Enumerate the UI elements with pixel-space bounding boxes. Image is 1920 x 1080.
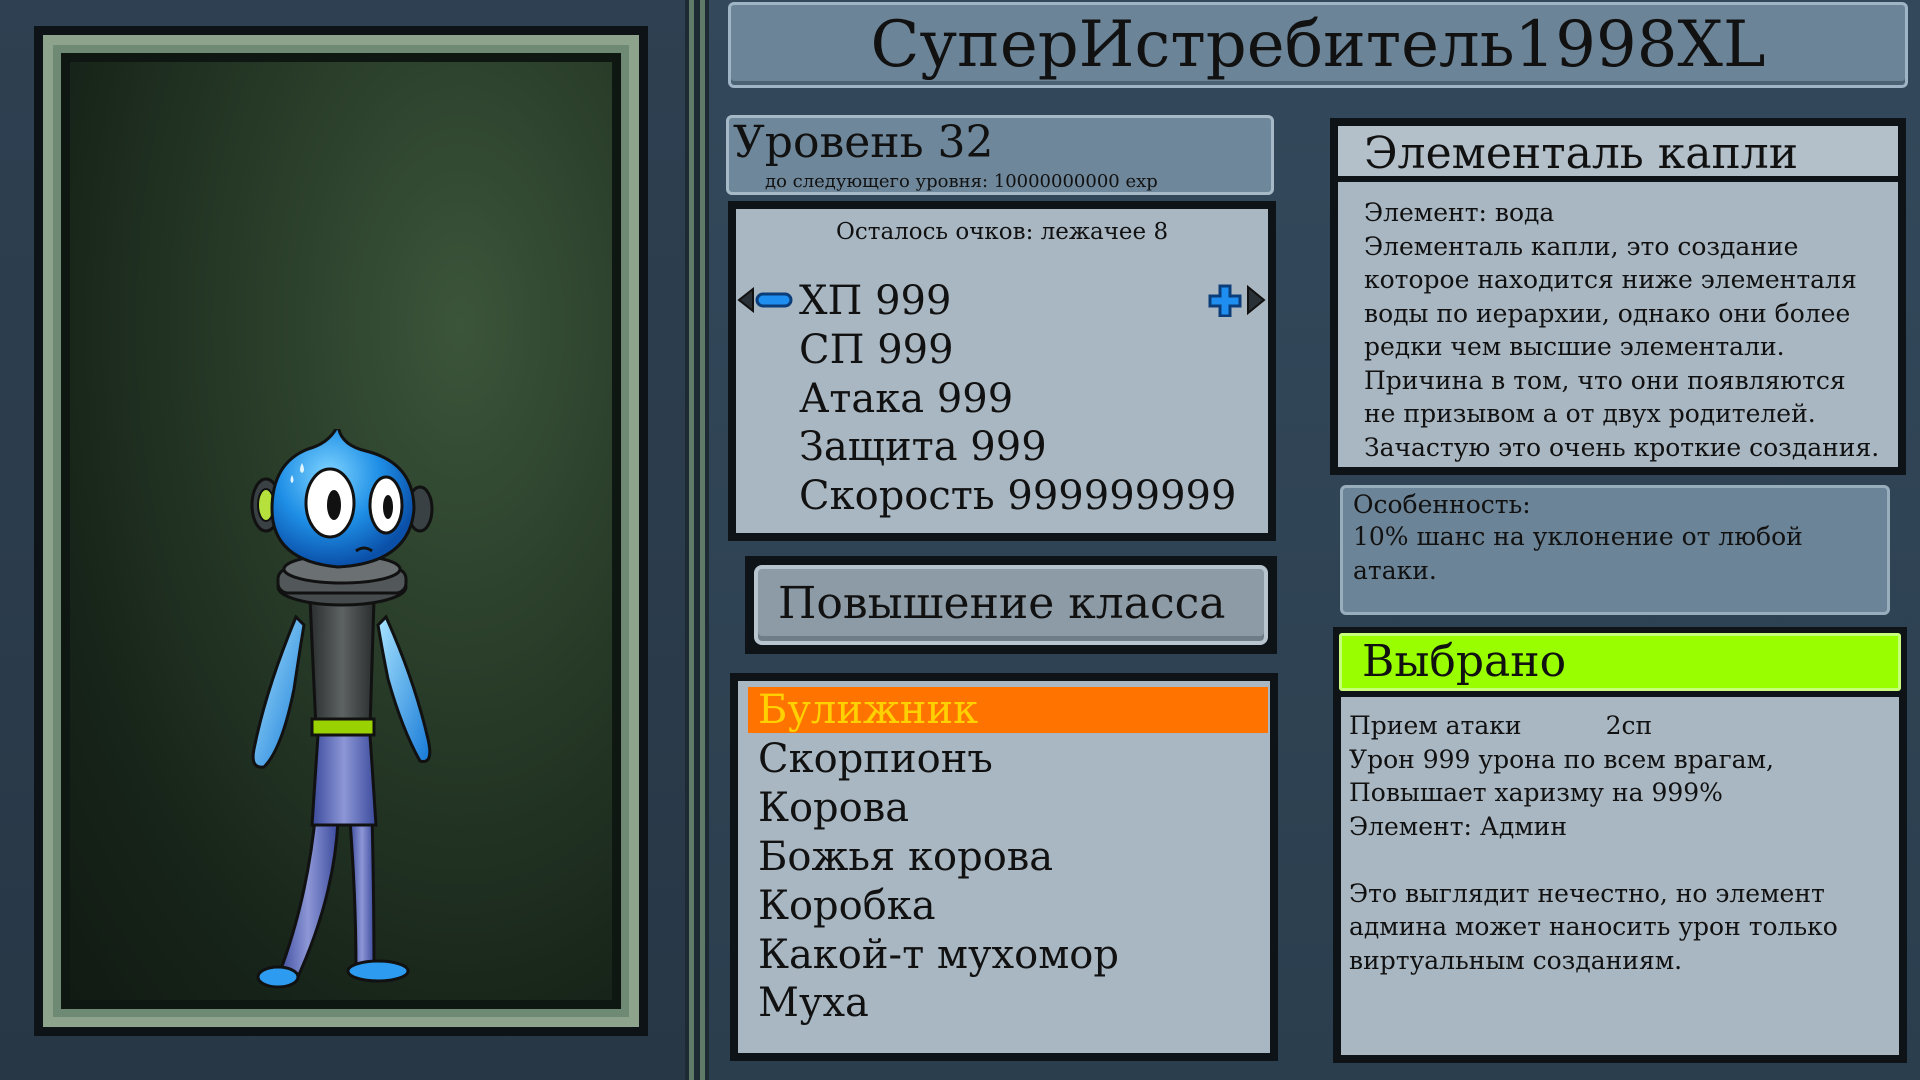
element-title: Элементаль капли <box>1364 128 1799 179</box>
stats-panel: Осталось очков: лежачее 8 ХП 999 СП 999 … <box>728 201 1276 541</box>
skill-line: виртуальным созданиям. <box>1349 945 1683 975</box>
feature-text: 10% шанс на уклонение от любой атаки. <box>1353 522 1803 585</box>
level-title: Уровень 32 <box>733 117 994 168</box>
stat-defense[interactable]: Защита 999 <box>799 425 1047 469</box>
element-line: Причина в том, что они появляются <box>1364 365 1846 395</box>
element-line: Элемент: вода <box>1364 198 1555 227</box>
portrait-frame <box>34 26 648 1036</box>
selected-header-frame: Выбрано <box>1333 627 1907 697</box>
skill-line: админа может наносить урон только <box>1349 912 1838 941</box>
exp-to-next-level: до следующего уровня: 10000000000 exp <box>765 171 1158 192</box>
plus-arrow-right-icon[interactable] <box>1206 283 1266 317</box>
skill-name: Прием атаки <box>1349 711 1522 740</box>
minus-arrow-left-icon[interactable] <box>737 287 793 313</box>
class-item[interactable]: Божья корова <box>748 834 1268 880</box>
class-item[interactable]: Какой-т мухомор <box>748 932 1268 978</box>
skill-line: Элемент: Админ <box>1349 811 1568 841</box>
points-left-label: Осталось очков: лежачее 8 <box>836 219 1169 245</box>
feature-label: Особенность: <box>1353 490 1531 519</box>
skill-line: Это выглядит нечестно, но элемент <box>1349 878 1825 908</box>
class-item[interactable]: Муха <box>748 980 1268 1026</box>
element-info-panel: Элементаль капли Элемент: вода Элементал… <box>1330 118 1906 475</box>
selected-header: Выбрано <box>1339 633 1901 691</box>
character-name: СуперИстребитель1998XL <box>870 8 1766 82</box>
stat-sp[interactable]: СП 999 <box>799 328 954 372</box>
selected-skill-panel: Выбрано Прием атаки 2сп Урон 999 урона по… <box>1333 627 1907 1063</box>
element-line: редки чем высшие элементали. <box>1364 332 1785 361</box>
class-list-panel: Булижник Скорпионъ Корова Божья корова К… <box>730 673 1278 1061</box>
character-name-plate: СуперИстребитель1998XL <box>728 2 1908 88</box>
water-drop-elemental-character <box>250 429 434 989</box>
element-description: Элемент: вода Элементаль капли, это созд… <box>1364 196 1894 464</box>
stat-speed[interactable]: Скорость 999999999 <box>799 474 1236 518</box>
element-line: Зачастую это очень кроткие создания. <box>1364 432 1880 462</box>
class-up-button[interactable]: Повышение класса <box>754 565 1268 645</box>
skill-line <box>1349 843 1889 877</box>
panel-divider <box>685 0 709 1080</box>
element-line: которое находится ниже элементаля <box>1364 265 1857 294</box>
class-item-selected[interactable]: Булижник <box>748 687 1268 733</box>
class-up-frame: Повышение класса <box>745 556 1277 654</box>
class-item[interactable]: Скорпионъ <box>748 736 1268 782</box>
class-item[interactable]: Корова <box>748 785 1268 831</box>
character-portrait <box>70 62 612 1000</box>
element-line: воды по иерархии, однако они более <box>1364 298 1851 328</box>
class-item[interactable]: Коробка <box>748 883 1268 929</box>
level-plate: Уровень 32 до следующего уровня: 1000000… <box>726 115 1274 195</box>
stat-hp[interactable]: ХП 999 <box>799 279 951 323</box>
element-line: Элементаль капли, это создание <box>1364 231 1799 261</box>
skill-line: Урон 999 урона по всем врагам, <box>1349 744 1774 774</box>
skill-line: Повышает харизму на 999% <box>1349 778 1723 807</box>
element-title-bar: Элементаль капли <box>1338 126 1898 182</box>
stat-attack[interactable]: Атака 999 <box>799 377 1013 421</box>
skill-cost: 2сп <box>1605 711 1653 740</box>
skill-description: Прием атаки 2сп Урон 999 урона по всем вр… <box>1349 709 1889 977</box>
feature-panel: Особенность: 10% шанс на уклонение от лю… <box>1340 485 1890 615</box>
element-line: не призывом а от двух родителей. <box>1364 399 1816 428</box>
skill-name-row: Прием атаки 2сп <box>1349 709 1889 743</box>
